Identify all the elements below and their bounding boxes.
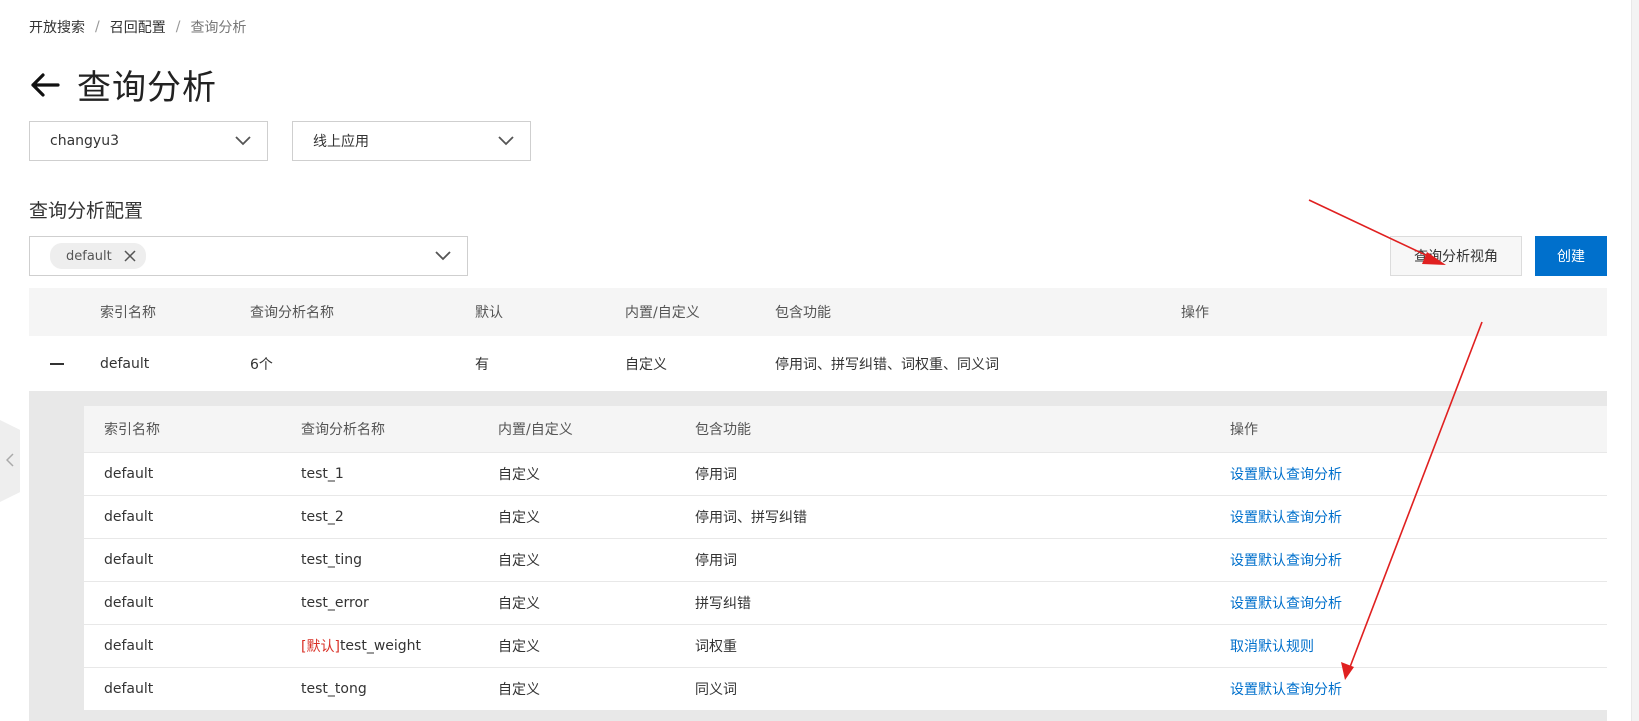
table-row: default test_error 自定义 拼写纠错 设置默认查询分析 — [84, 582, 1607, 625]
cell-name-text: test_tong — [301, 681, 367, 697]
column-header-features: 包含功能 — [775, 305, 831, 321]
cell-count: 6个 — [250, 356, 273, 373]
expanded-row-area: 索引名称 查询分析名称 内置/自定义 包含功能 操作 default test_… — [29, 392, 1607, 721]
breadcrumb-separator: / — [95, 19, 100, 35]
cell-features: 停用词、拼写纠错 — [695, 510, 807, 526]
breadcrumb-item-recall-config[interactable]: 召回配置 — [110, 17, 166, 37]
column-header-index: 索引名称 — [100, 305, 156, 321]
cell-index: default — [104, 509, 154, 525]
app-select[interactable]: changyu3 — [29, 121, 268, 161]
cell-index: default — [100, 355, 150, 372]
breadcrumb-item-current: 查询分析 — [190, 20, 247, 36]
side-panel-toggle[interactable] — [0, 420, 20, 502]
cell-type: 自定义 — [498, 682, 540, 698]
breadcrumb-item-open-search[interactable]: 开放搜索 — [29, 17, 85, 37]
set-default-link[interactable]: 设置默认查询分析 — [1230, 496, 1342, 538]
index-tag: default — [50, 243, 146, 269]
table-row: default test_tong 自定义 同义词 设置默认查询分析 — [84, 668, 1607, 711]
env-select-value: 线上应用 — [313, 134, 369, 150]
cell-type: 自定义 — [498, 639, 540, 655]
cell-name: test_2 — [301, 496, 344, 538]
cell-type: 自定义 — [498, 510, 540, 526]
cell-index: default — [104, 552, 154, 568]
arrow-left-icon[interactable] — [29, 71, 61, 99]
cell-type: 自定义 — [625, 356, 667, 373]
inner-table-header: 索引名称 查询分析名称 内置/自定义 包含功能 操作 — [84, 406, 1607, 453]
app-select-value: changyu3 — [50, 133, 119, 149]
set-default-link[interactable]: 设置默认查询分析 — [1230, 539, 1342, 581]
table-row: default 6个 有 自定义 停用词、拼写纠错、词权重、同义词 — [29, 336, 1607, 392]
section-title: 查询分析配置 — [29, 200, 144, 222]
cell-name: test_1 — [301, 453, 344, 495]
scrollbar[interactable] — [1631, 0, 1639, 721]
column-header-actions: 操作 — [1181, 305, 1209, 321]
cell-name-text: test_2 — [301, 509, 344, 525]
index-tag-label: default — [66, 248, 112, 264]
collapse-icon[interactable] — [50, 336, 64, 391]
table-row: default [默认] test_weight 自定义 词权重 取消默认规则 — [84, 625, 1607, 668]
title-row: 查询分析 — [29, 60, 217, 109]
column-header-name: 查询分析名称 — [301, 422, 385, 438]
column-header-features: 包含功能 — [695, 422, 751, 438]
cell-name-text: test_error — [301, 595, 369, 611]
set-default-link[interactable]: 设置默认查询分析 — [1230, 453, 1342, 495]
cell-name: [默认] test_weight — [301, 625, 421, 667]
cell-name-text: test_weight — [339, 638, 422, 654]
column-header-default: 默认 — [475, 305, 503, 321]
outer-table-header: 索引名称 查询分析名称 默认 内置/自定义 包含功能 操作 — [29, 288, 1607, 336]
set-default-link[interactable]: 设置默认查询分析 — [1230, 582, 1342, 624]
cell-index: default — [104, 638, 154, 654]
cell-features: 同义词 — [695, 682, 737, 698]
set-default-link[interactable]: 设置默认查询分析 — [1230, 668, 1342, 710]
chevron-down-icon — [435, 251, 451, 261]
cell-name: test_ting — [301, 539, 362, 581]
query-analysis-view-button[interactable]: 查询分析视角 — [1390, 236, 1522, 276]
cell-features: 词权重 — [695, 639, 737, 655]
cell-features: 停用词 — [695, 467, 737, 483]
table-row: default test_2 自定义 停用词、拼写纠错 设置默认查询分析 — [84, 496, 1607, 539]
breadcrumb-separator: / — [175, 19, 181, 35]
column-header-actions: 操作 — [1230, 422, 1258, 438]
default-mark: [默认] — [301, 639, 340, 655]
cell-type: 自定义 — [498, 596, 540, 612]
cell-features: 拼写纠错 — [695, 596, 751, 612]
chevron-left-icon — [5, 452, 14, 471]
cell-index: default — [104, 595, 154, 611]
cell-type: 自定义 — [498, 553, 540, 569]
page-title: 查询分析 — [77, 68, 217, 108]
table-row: default test_1 自定义 停用词 设置默认查询分析 — [84, 453, 1607, 496]
cell-index: default — [104, 466, 154, 482]
cell-features: 停用词、拼写纠错、词权重、同义词 — [775, 356, 999, 373]
column-header-name: 查询分析名称 — [250, 305, 334, 321]
cell-default: 有 — [475, 356, 489, 373]
chevron-down-icon — [235, 136, 251, 146]
cancel-default-link[interactable]: 取消默认规则 — [1230, 625, 1314, 667]
cell-name-text: test_ting — [301, 552, 363, 568]
column-header-type: 内置/自定义 — [625, 305, 700, 321]
cell-type: 自定义 — [498, 467, 540, 483]
create-button[interactable]: 创建 — [1535, 236, 1607, 276]
breadcrumb: 开放搜索 / 召回配置 / 查询分析 — [29, 17, 246, 37]
cell-name-text: test_1 — [301, 466, 344, 482]
cell-name: test_tong — [301, 668, 367, 710]
close-icon[interactable] — [124, 250, 136, 262]
env-select[interactable]: 线上应用 — [292, 121, 531, 161]
cell-name: test_error — [301, 582, 369, 624]
cell-features: 停用词 — [695, 553, 737, 569]
outer-table: 索引名称 查询分析名称 默认 内置/自定义 包含功能 操作 default 6个… — [29, 288, 1607, 392]
inner-table: 索引名称 查询分析名称 内置/自定义 包含功能 操作 default test_… — [84, 406, 1607, 711]
chevron-down-icon — [498, 136, 514, 146]
column-header-index: 索引名称 — [104, 422, 160, 438]
index-multi-select[interactable]: default — [29, 236, 468, 276]
cell-index: default — [104, 681, 154, 697]
table-row: default test_ting 自定义 停用词 设置默认查询分析 — [84, 539, 1607, 582]
column-header-type: 内置/自定义 — [498, 422, 573, 438]
